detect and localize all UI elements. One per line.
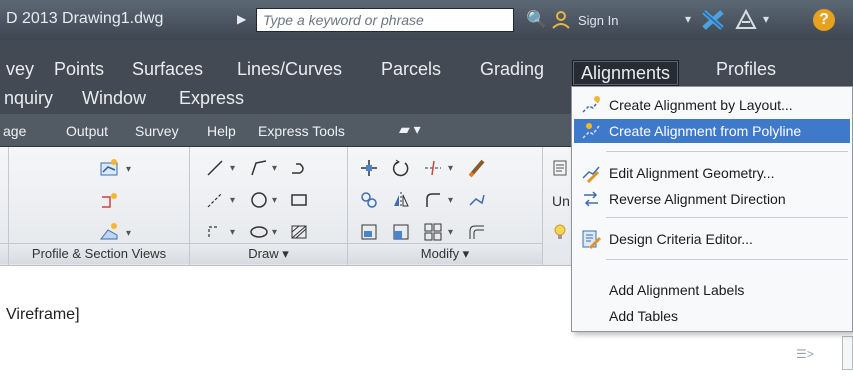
dropdown-arrow-icon[interactable]: ▾: [126, 228, 131, 239]
curve-tool-icon[interactable]: [284, 155, 314, 181]
menu-item-label: Create Alignment from Polyline: [609, 123, 802, 139]
menu-grading[interactable]: Grading: [480, 59, 544, 80]
tab-help[interactable]: Help: [207, 123, 236, 139]
menu-item-label: Add Tables: [609, 308, 679, 324]
rotate-tool-icon[interactable]: [386, 155, 416, 181]
stretch-tool-icon[interactable]: [354, 219, 384, 245]
dropdown-arrow-icon[interactable]: ▾: [272, 163, 277, 174]
tab-overflow-icon[interactable]: ▰ ▾: [399, 121, 421, 138]
panel-draw[interactable]: Draw ▾: [190, 243, 348, 264]
rectangle-tool-icon[interactable]: [284, 187, 314, 213]
viewport-style-label[interactable]: Vireframe]: [6, 306, 80, 324]
dropdown-arrow-icon[interactable]: ▾: [448, 163, 453, 174]
alignments-dropdown-menu: Create Alignment by Layout... Create Ali…: [571, 86, 853, 332]
tab-manage[interactable]: age: [3, 123, 26, 139]
copy-tool-icon[interactable]: [354, 187, 384, 213]
menu-separator: [606, 259, 848, 260]
menu-item-label: Create Alignment by Layout...: [609, 97, 793, 113]
menubar-spacer: [0, 40, 853, 58]
help-icon[interactable]: ?: [813, 9, 835, 31]
alignment-layout-icon: [582, 96, 600, 113]
menu-item-label: Add Alignment Labels: [609, 282, 745, 298]
autodesk-a360-icon[interactable]: [733, 8, 759, 32]
section-view-icon[interactable]: [94, 219, 124, 245]
menu-item-create-alignment-layout[interactable]: Create Alignment by Layout...: [574, 93, 850, 117]
line-tool-icon[interactable]: [200, 155, 230, 181]
panel-label-stub: [0, 243, 9, 264]
sign-in-link[interactable]: Sign In: [578, 13, 618, 28]
explode-tool-icon[interactable]: [462, 187, 492, 213]
exchange-x-icon[interactable]: [700, 8, 726, 32]
dropdown-arrow-icon[interactable]: ▾: [230, 227, 235, 238]
search-expand-arrow-icon[interactable]: ▶: [237, 12, 246, 26]
move-tool-icon[interactable]: [354, 155, 384, 181]
menu-item-label: Reverse Alignment Direction: [609, 191, 786, 207]
menu-express[interactable]: Express: [179, 88, 244, 109]
array-tool-icon[interactable]: [418, 219, 448, 245]
tab-express-tools[interactable]: Express Tools: [258, 123, 345, 139]
menu-item-label: Edit Alignment Geometry...: [609, 165, 775, 181]
dropdown-arrow-icon[interactable]: ▾: [272, 227, 277, 238]
menu-alignments[interactable]: Alignments: [572, 60, 680, 86]
section-line-icon[interactable]: [94, 189, 124, 215]
ellipse-tool-icon[interactable]: [244, 219, 274, 245]
erase-tool-icon[interactable]: [462, 155, 492, 181]
binoculars-search-icon[interactable]: 🔍: [526, 10, 547, 30]
menu-bar-row-1: vey Points Surfaces Lines/Curves Parcels…: [0, 58, 853, 86]
dropdown-arrow-icon[interactable]: ▾: [126, 164, 131, 175]
trim-tool-icon[interactable]: [418, 155, 448, 181]
user-icon[interactable]: [550, 9, 572, 31]
search-box[interactable]: [256, 8, 514, 32]
dropdown-arrow-icon[interactable]: ▾: [448, 195, 453, 206]
menu-window[interactable]: Window: [82, 88, 146, 109]
menu-lines-curves[interactable]: Lines/Curves: [237, 59, 342, 80]
panel-modify[interactable]: Modify ▾: [348, 243, 543, 264]
mirror-tool-icon[interactable]: [386, 187, 416, 213]
dropdown-arrow-icon[interactable]: ▾: [448, 227, 453, 238]
hatch-tool-icon[interactable]: [284, 219, 314, 245]
menu-survey[interactable]: vey: [6, 59, 34, 80]
menu-item-edit-alignment-geometry[interactable]: Edit Alignment Geometry...: [574, 161, 850, 185]
profile-view-icon[interactable]: [94, 155, 124, 181]
design-criteria-icon: [582, 230, 602, 250]
panel-profile-section-views[interactable]: Profile & Section Views: [9, 243, 190, 264]
circle-tool-icon[interactable]: [244, 187, 274, 213]
spline-tool-icon[interactable]: [200, 219, 230, 245]
menu-parcels[interactable]: Parcels: [381, 59, 441, 80]
offset-tool-icon[interactable]: [462, 219, 492, 245]
navigation-bar-handle[interactable]: [842, 336, 853, 370]
menu-separator: [606, 151, 848, 152]
scale-tool-icon[interactable]: [386, 219, 416, 245]
a360-dropdown-icon[interactable]: ▾: [763, 12, 769, 26]
reverse-direction-icon: [584, 191, 598, 207]
multipoint-tool-icon[interactable]: [200, 187, 230, 213]
menu-points[interactable]: Points: [54, 59, 104, 80]
menu-inquiry[interactable]: nquiry: [4, 88, 53, 109]
tab-survey[interactable]: Survey: [135, 123, 179, 139]
menu-item-design-criteria-editor[interactable]: Design Criteria Editor...: [574, 227, 850, 251]
tab-output[interactable]: Output: [66, 123, 108, 139]
polyline-tool-icon[interactable]: [244, 155, 274, 181]
search-input[interactable]: [257, 9, 513, 31]
menu-profiles[interactable]: Profiles: [716, 59, 776, 80]
menu-item-create-alignment-polyline[interactable]: Create Alignment from Polyline: [574, 119, 850, 143]
dropdown-arrow-icon[interactable]: ▾: [230, 163, 235, 174]
app-title: D 2013 Drawing1.dwg: [6, 10, 164, 27]
menu-item-reverse-alignment-direction[interactable]: Reverse Alignment Direction: [574, 187, 850, 211]
edit-geometry-icon: [582, 166, 600, 184]
alignment-polyline-icon: [582, 123, 600, 139]
navigation-bar-icon[interactable]: ☰>: [796, 347, 814, 361]
menu-item-add-alignment-labels[interactable]: Add Alignment Labels: [574, 278, 850, 302]
fillet-tool-icon[interactable]: [418, 187, 448, 213]
menu-separator: [606, 217, 848, 218]
dropdown-arrow-icon[interactable]: ▾: [230, 195, 235, 206]
title-bar: D 2013 Drawing1.dwg ▶ 🔍 Sign In ▾ ▾ ?: [0, 0, 853, 41]
menu-item-add-tables[interactable]: Add Tables: [574, 304, 850, 328]
signin-dropdown-icon[interactable]: ▾: [685, 12, 691, 26]
menu-item-label: Design Criteria Editor...: [609, 231, 753, 247]
dropdown-arrow-icon[interactable]: ▾: [272, 195, 277, 206]
menu-surfaces[interactable]: Surfaces: [132, 59, 203, 80]
